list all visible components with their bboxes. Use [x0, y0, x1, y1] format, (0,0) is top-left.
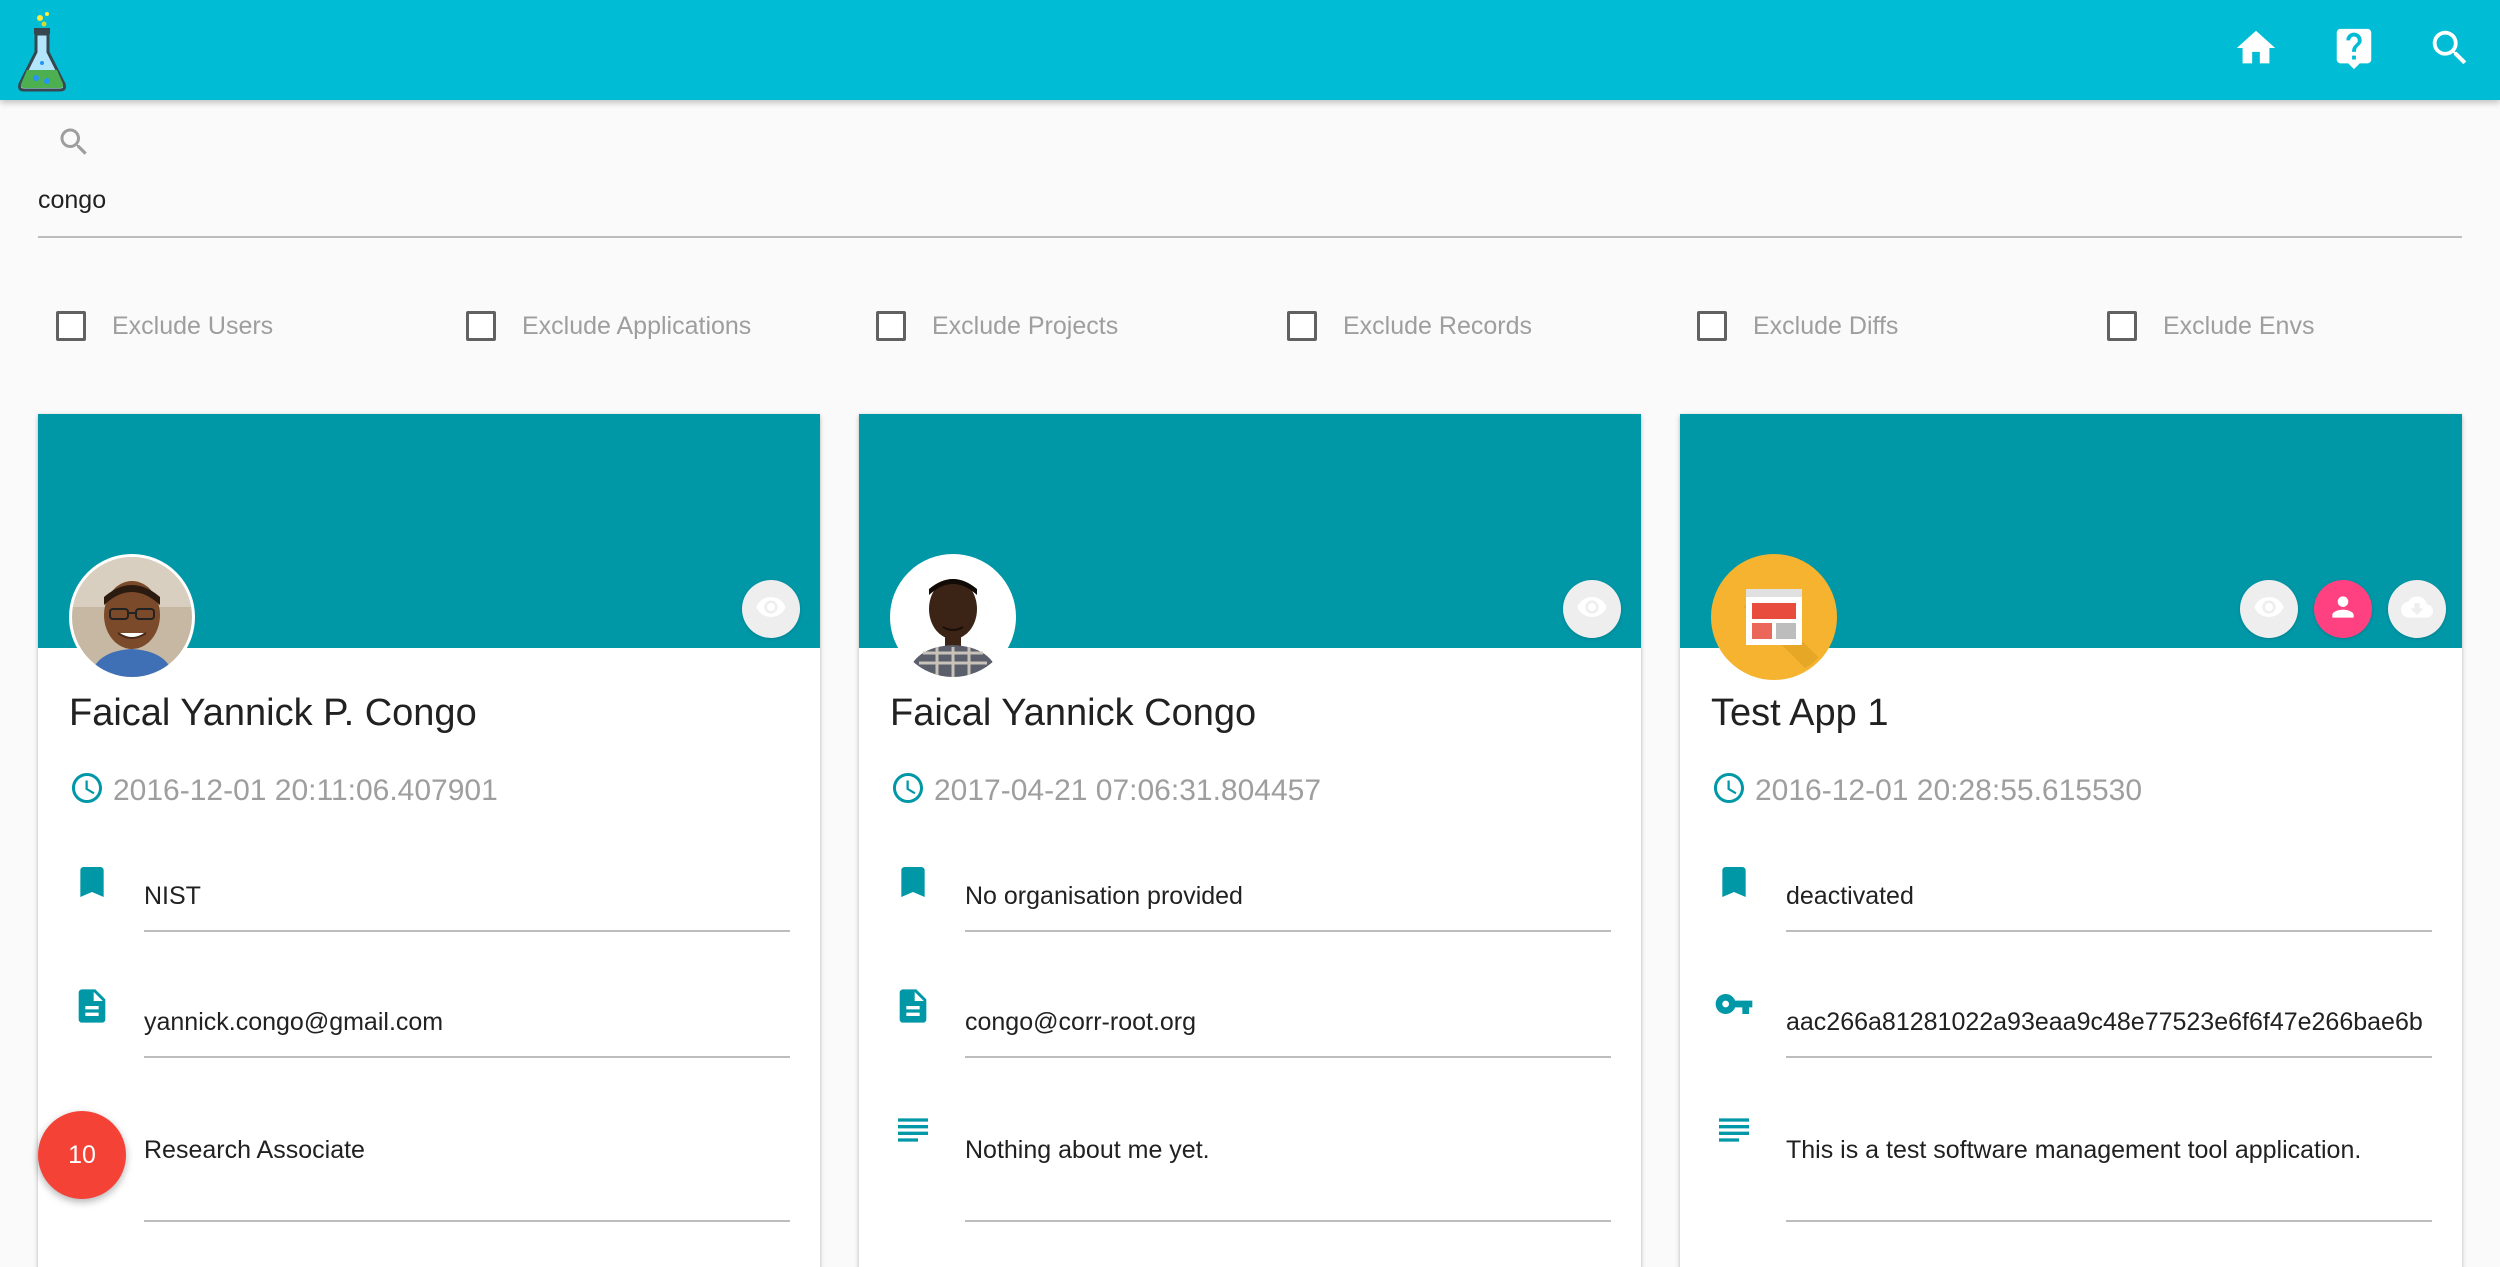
home-button[interactable] [2226, 20, 2286, 80]
filter-label: Exclude Projects [932, 311, 1119, 340]
view-button[interactable] [742, 580, 800, 638]
view-button[interactable] [1563, 580, 1621, 638]
card-title: Faical Yannick Congo [890, 692, 1257, 734]
filter-label: Exclude Applications [522, 311, 752, 340]
card-title: Faical Yannick P. Congo [69, 692, 477, 734]
document-icon [893, 986, 933, 1026]
search-field-icon [56, 124, 92, 160]
api-key-field[interactable]: aac266a81281022a93eaa9c48e77523e6f6f47e2… [1786, 1008, 2432, 1058]
results-count-button[interactable]: 10 [38, 1111, 126, 1199]
filter-exclude-users[interactable]: Exclude Users [56, 306, 273, 346]
search-button[interactable] [2420, 20, 2480, 80]
exclude-applications-checkbox[interactable] [466, 311, 496, 341]
user-card: Faical Yannick P. Congo 2016-12-01 20:11… [38, 414, 820, 1267]
application-card: Test App 1 2016-12-01 20:28:55.615530 de… [1680, 414, 2462, 1267]
exclude-diffs-checkbox[interactable] [1697, 311, 1727, 341]
view-button[interactable] [2240, 580, 2298, 638]
clock-icon [890, 770, 926, 806]
filter-label: Exclude Users [112, 311, 274, 340]
bookmark-icon [1714, 862, 1754, 902]
user-avatar[interactable] [890, 554, 1016, 680]
developer-button[interactable] [2314, 580, 2372, 638]
filter-exclude-diffs[interactable]: Exclude Diffs [1697, 306, 1898, 346]
search-icon [2427, 25, 2473, 76]
help-button[interactable] [2324, 20, 2384, 80]
filter-exclude-records[interactable]: Exclude Records [1287, 306, 1532, 346]
filter-exclude-projects[interactable]: Exclude Projects [876, 306, 1118, 346]
home-icon [2233, 25, 2279, 76]
organisation-field[interactable]: No organisation provided [965, 882, 1611, 932]
filter-exclude-envs[interactable]: Exclude Envs [2107, 306, 2314, 346]
clock-icon [1711, 770, 1747, 806]
filter-label: Exclude Records [1343, 311, 1532, 340]
organisation-field[interactable]: NIST [144, 882, 790, 932]
account-icon [2327, 591, 2359, 628]
bookmark-icon [893, 862, 933, 902]
exclude-projects-checkbox[interactable] [876, 311, 906, 341]
filter-exclude-applications[interactable]: Exclude Applications [466, 306, 751, 346]
email-field[interactable]: congo@corr-root.org [965, 1008, 1611, 1058]
bookmark-icon [72, 862, 112, 902]
exclude-users-checkbox[interactable] [56, 311, 86, 341]
user-card: Faical Yannick Congo 2017-04-21 07:06:31… [859, 414, 1641, 1267]
about-field[interactable]: Research Associate [144, 1136, 790, 1222]
app-bar [0, 0, 2500, 100]
exclude-records-checkbox[interactable] [1287, 311, 1317, 341]
eye-icon [1576, 591, 1608, 628]
notes-icon [893, 1110, 933, 1150]
eye-icon [755, 591, 787, 628]
document-icon [72, 986, 112, 1026]
email-field[interactable]: yannick.congo@gmail.com [144, 1008, 790, 1058]
card-title: Test App 1 [1711, 692, 1889, 734]
timestamp: 2017-04-21 07:06:31.804457 [934, 774, 1322, 807]
notes-icon [1714, 1110, 1754, 1150]
user-avatar[interactable] [69, 554, 195, 680]
filter-label: Exclude Envs [2163, 311, 2315, 340]
clock-icon [69, 770, 105, 806]
results-count: 10 [68, 1140, 96, 1169]
exclude-envs-checkbox[interactable] [2107, 311, 2137, 341]
app-avatar[interactable] [1711, 554, 1837, 680]
filter-label: Exclude Diffs [1753, 311, 1899, 340]
about-field[interactable]: Nothing about me yet. [965, 1136, 1611, 1222]
eye-icon [2253, 591, 2285, 628]
description-field[interactable]: This is a test software management tool … [1786, 1136, 2432, 1222]
download-button[interactable] [2388, 580, 2446, 638]
key-icon [1714, 984, 1754, 1024]
timestamp: 2016-12-01 20:11:06.407901 [113, 774, 498, 807]
timestamp: 2016-12-01 20:28:55.615530 [1755, 774, 2143, 807]
flask-logo-icon[interactable] [14, 10, 70, 92]
search-input[interactable] [38, 178, 2462, 238]
help-icon [2331, 25, 2377, 76]
status-field[interactable]: deactivated [1786, 882, 2432, 932]
download-icon [2401, 591, 2433, 628]
